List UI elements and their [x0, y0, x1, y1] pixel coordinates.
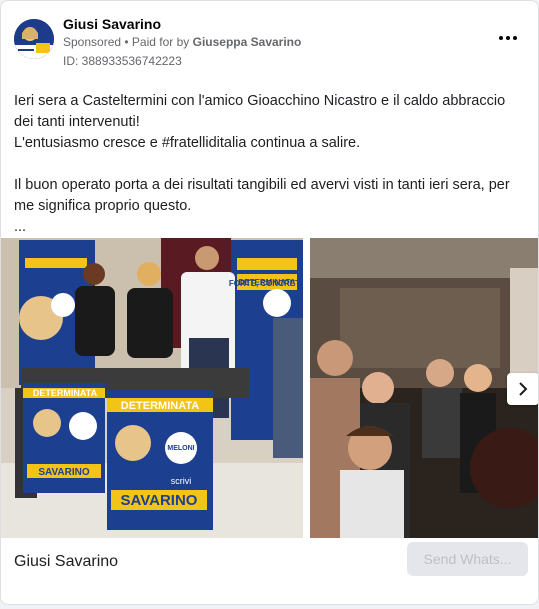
- poster-name: SAVARINO: [38, 467, 90, 478]
- more-options-icon[interactable]: [496, 29, 520, 47]
- paid-for-name: Giuseppa Savarino: [192, 35, 302, 49]
- poster-scrivi: scrivi: [171, 476, 192, 486]
- page-avatar[interactable]: [14, 19, 54, 59]
- post-body: Ieri sera a Casteltermini con l'amico Gi…: [14, 93, 510, 235]
- page-name[interactable]: Giusi Savarino: [63, 16, 161, 32]
- ad-card: Giusi Savarino Sponsored • Paid for by G…: [0, 0, 539, 605]
- paid-for-prefix: • Paid for by: [121, 35, 193, 49]
- poster-name-2: SAVARINO: [121, 492, 198, 509]
- banner-big: DETERMINATA: [238, 278, 295, 287]
- party-logo: MELONI: [167, 445, 194, 452]
- carousel-next-button[interactable]: [507, 373, 538, 405]
- poster-headline: DETERMINATA: [33, 388, 98, 398]
- carousel-image-crowd[interactable]: [310, 238, 538, 538]
- sponsored-label: Sponsored: [63, 35, 122, 49]
- carousel-image-campaign-event[interactable]: DETERMINATA DETERMINATA SAVARINO SAVARIN…: [1, 238, 303, 538]
- chevron-right-icon: [519, 382, 528, 396]
- advertiser-name: Giusi Savarino: [14, 553, 119, 570]
- library-id: ID: 388933536742223: [63, 54, 182, 68]
- media-carousel[interactable]: DETERMINATA DETERMINATA SAVARINO SAVARIN…: [1, 238, 538, 538]
- sponsor-line: Sponsored • Paid for by Giuseppa Savarin…: [63, 35, 301, 49]
- send-whatsapp-button[interactable]: Send Whats...: [407, 542, 528, 576]
- poster-headline-2: DETERMINATA: [121, 400, 199, 412]
